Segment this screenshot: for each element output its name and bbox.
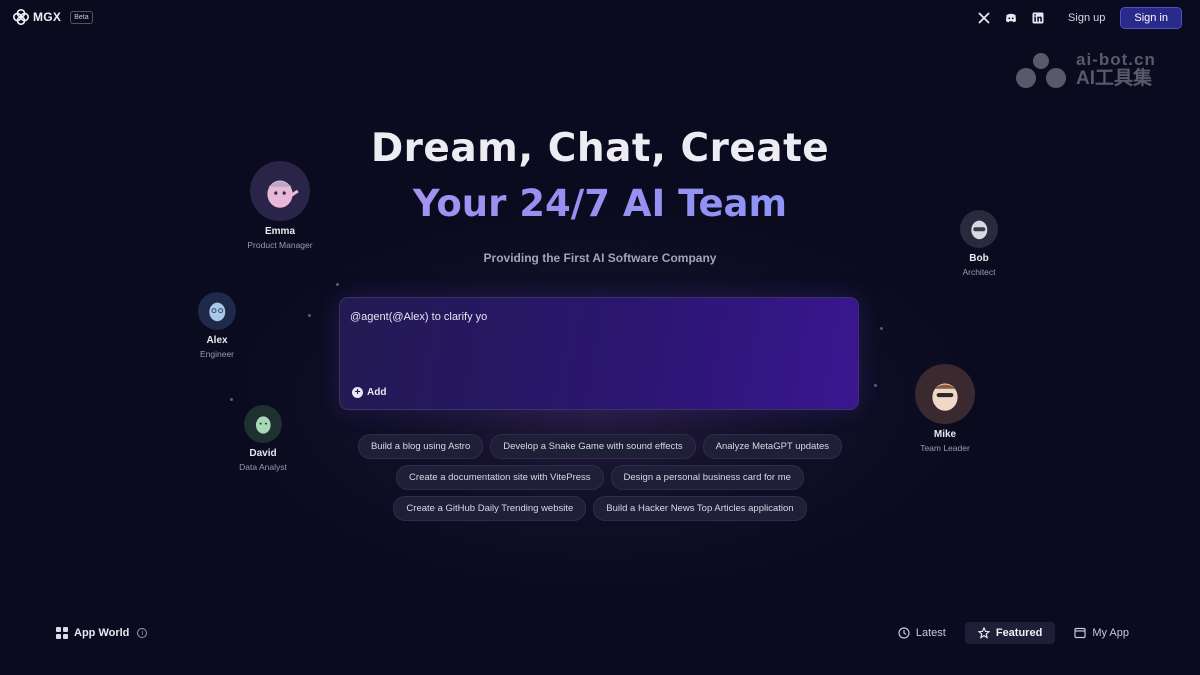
agent-name: Emma [264, 226, 295, 237]
agent-alex[interactable]: Alex Engineer [162, 292, 272, 359]
agent-role: Architect [962, 267, 996, 277]
app-world-label: App World [74, 627, 130, 639]
agent-bob[interactable]: Bob Architect [924, 210, 1034, 277]
star-dot [230, 398, 233, 401]
tab-my-app[interactable]: My App [1061, 622, 1142, 644]
mike-avatar [915, 364, 975, 424]
suggestion-chip[interactable]: Build a Hacker News Top Articles applica… [593, 496, 807, 521]
suggestion-chip[interactable]: Create a GitHub Daily Trending website [393, 496, 587, 521]
agent-name: Bob [969, 253, 989, 264]
agent-emma[interactable]: Emma Product Manager [225, 161, 335, 250]
watermark-domain: ai-bot.cn [1076, 50, 1156, 69]
suggestion-chip[interactable]: Build a blog using Astro [357, 434, 484, 459]
star-dot [336, 283, 339, 286]
beta-badge: Beta [70, 10, 93, 24]
info-icon[interactable]: i [137, 628, 148, 638]
suggestion-chip[interactable]: Create a documentation site with VitePre… [396, 465, 604, 490]
discord-icon[interactable] [1004, 11, 1018, 25]
plus-icon: + [352, 387, 363, 398]
suggestion-row: Build a blog using Astro Develop a Snake… [0, 434, 1200, 459]
tab-label: Latest [915, 627, 946, 639]
add-label: Add [367, 387, 387, 398]
agent-role: Product Manager [247, 240, 313, 250]
sign-in-button[interactable]: Sign in [1120, 7, 1182, 29]
grid-icon [56, 627, 68, 639]
hero-title: Dream, Chat, Create [370, 126, 830, 171]
tab-label: Featured [995, 627, 1043, 639]
brand-logo[interactable]: MGX Beta [12, 8, 93, 26]
agent-role: Engineer [199, 349, 235, 359]
tab-latest[interactable]: Latest [885, 622, 959, 644]
bob-avatar [960, 210, 998, 248]
suggestion-chip[interactable]: Develop a Snake Game with sound effects [490, 434, 696, 459]
agent-name: Alex [206, 335, 228, 346]
suggestion-chip[interactable]: Design a personal business card for me [610, 465, 804, 490]
watermark: ai-bot.cn AI工具集 [1014, 50, 1156, 90]
suggestion-chip[interactable]: Analyze MetaGPT updates [702, 434, 843, 459]
app-world-section[interactable]: App World i [56, 627, 148, 639]
watermark-name: AI工具集 [1076, 68, 1153, 89]
tab-label: My App [1092, 627, 1129, 639]
watermark-logo-icon [1016, 53, 1066, 88]
emma-avatar [250, 161, 310, 221]
suggestion-row: Create a documentation site with VitePre… [0, 465, 1200, 490]
sign-up-link[interactable]: Sign up [1068, 12, 1105, 24]
chat-input-text[interactable]: @agent(@Alex) to clarify yo [350, 311, 487, 323]
alex-avatar [198, 292, 236, 330]
tab-featured[interactable]: Featured [964, 622, 1056, 644]
brand-name: MGX [33, 10, 62, 24]
star-dot [880, 327, 883, 330]
app-tabs: Latest Featured My App [885, 622, 1142, 644]
x-icon[interactable] [977, 11, 991, 25]
star-dot [308, 314, 311, 317]
mgx-logo-icon [12, 8, 30, 26]
header-actions: Sign up Sign in [977, 7, 1182, 29]
star-icon [977, 627, 990, 639]
add-button[interactable]: + Add [352, 387, 386, 398]
chat-input-box[interactable]: @agent(@Alex) to clarify yo + Add [339, 297, 859, 410]
window-icon [1074, 627, 1086, 639]
clock-icon [898, 627, 910, 639]
suggestion-row: Create a GitHub Daily Trending website B… [0, 496, 1200, 521]
star-dot [874, 384, 877, 387]
linkedin-icon[interactable] [1031, 11, 1045, 25]
